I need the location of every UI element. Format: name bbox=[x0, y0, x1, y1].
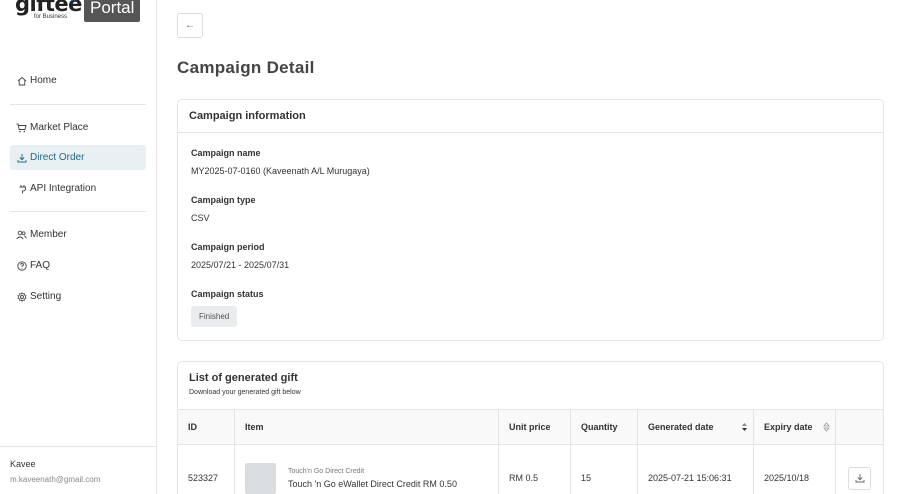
page-title: Campaign Detail bbox=[177, 58, 315, 77]
logo-star-icon: * bbox=[71, 0, 76, 8]
column-header-actions bbox=[836, 410, 883, 444]
column-header-item: Item bbox=[235, 410, 499, 444]
cell-generated-date: 2025-07-21 15:06:31 bbox=[638, 445, 754, 494]
giftee-logo[interactable]: giftee * for Business Portal bbox=[15, 0, 145, 26]
help-icon bbox=[16, 260, 27, 271]
user-email: m.kaveenath@gmail.com bbox=[10, 475, 101, 484]
download-icon bbox=[855, 474, 864, 483]
sidebar-item-label: Setting bbox=[30, 291, 62, 302]
portal-badge: Portal bbox=[84, 0, 141, 22]
gift-table: ID Item Unit price Quantity Generated da… bbox=[178, 409, 883, 494]
gear-icon bbox=[16, 291, 27, 302]
campaign-type-value: CSV bbox=[191, 213, 210, 223]
sidebar-item-direct-order[interactable]: Direct Order bbox=[10, 145, 146, 170]
campaign-name-label: Campaign name bbox=[191, 148, 261, 158]
users-icon bbox=[16, 229, 27, 240]
cell-quantity: 15 bbox=[571, 445, 638, 494]
table-header-row: ID Item Unit price Quantity Generated da… bbox=[178, 410, 883, 445]
home-icon bbox=[16, 75, 27, 86]
sort-icon[interactable] bbox=[823, 422, 830, 432]
cell-actions bbox=[836, 445, 883, 494]
sidebar-item-api-integration[interactable]: API Integration bbox=[10, 176, 146, 201]
list-title: List of generated gift bbox=[189, 372, 298, 384]
column-header-label: Expiry date bbox=[764, 422, 813, 432]
column-header-generated-date[interactable]: Generated date bbox=[638, 410, 754, 444]
logo-subtitle: for Business bbox=[34, 14, 68, 20]
sidebar-item-member[interactable]: Member bbox=[10, 222, 146, 247]
status-badge: Finished bbox=[191, 306, 238, 327]
cell-expiry-date: 2025/10/18 bbox=[754, 445, 836, 494]
sidebar-item-market-place[interactable]: Market Place bbox=[10, 115, 146, 140]
generated-gift-list-card: List of generated gift Download your gen… bbox=[177, 361, 884, 494]
user-account[interactable]: Kavee m.kaveenath@gmail.com bbox=[0, 446, 156, 494]
plug-icon bbox=[16, 183, 27, 194]
cell-id: 523327 bbox=[178, 445, 235, 494]
item-thumbnail bbox=[245, 462, 276, 494]
campaign-name-value: MY2025-07-0160 (Kaveenath A/L Murugaya) bbox=[191, 166, 370, 176]
column-header-unit-price: Unit price bbox=[499, 410, 571, 444]
sidebar-item-label: Member bbox=[30, 229, 67, 240]
column-header-expiry-date[interactable]: Expiry date bbox=[754, 410, 836, 444]
back-button[interactable]: ← bbox=[177, 13, 203, 38]
table-row: 523327 Touch'n Go Direct Credit Touch 'n… bbox=[178, 445, 883, 494]
campaign-period-label: Campaign period bbox=[191, 242, 265, 252]
cell-unit-price: RM 0.5 bbox=[499, 445, 571, 494]
sidebar-item-home[interactable]: Home bbox=[10, 68, 146, 93]
sidebar-item-label: Market Place bbox=[30, 122, 89, 133]
sidebar-divider bbox=[10, 211, 146, 212]
sidebar-divider bbox=[10, 104, 146, 105]
sidebar-item-label: FAQ bbox=[30, 260, 51, 271]
download-icon bbox=[16, 152, 27, 163]
sidebar-item-faq[interactable]: FAQ bbox=[10, 253, 146, 278]
sort-desc-icon[interactable] bbox=[741, 422, 748, 432]
item-name: Touch 'n Go eWallet Direct Credit RM 0.5… bbox=[288, 478, 457, 489]
sidebar-item-label: Direct Order bbox=[30, 152, 85, 163]
user-name: Kavee bbox=[10, 459, 36, 469]
cell-item: Touch'n Go Direct Credit Touch 'n Go eWa… bbox=[235, 445, 499, 494]
card-header: Campaign information bbox=[178, 100, 883, 133]
column-header-label: Generated date bbox=[648, 422, 714, 432]
campaign-information-card: Campaign information Campaign name MY202… bbox=[177, 99, 884, 341]
campaign-period-value: 2025/07/21 - 2025/07/31 bbox=[191, 260, 290, 270]
column-header-id: ID bbox=[178, 410, 235, 444]
cart-icon bbox=[16, 122, 27, 133]
list-subtitle: Download your generated gift below bbox=[189, 389, 301, 396]
sidebar-item-setting[interactable]: Setting bbox=[10, 284, 146, 309]
sidebar-item-label: API Integration bbox=[30, 183, 97, 194]
column-header-quantity: Quantity bbox=[571, 410, 638, 444]
item-brand: Touch'n Go Direct Credit bbox=[288, 467, 365, 475]
back-arrow-icon: ← bbox=[185, 20, 195, 31]
sidebar-item-label: Home bbox=[30, 75, 57, 86]
sidebar: giftee * for Business Portal Home Market… bbox=[0, 0, 157, 494]
campaign-status-label: Campaign status bbox=[191, 289, 264, 299]
campaign-type-label: Campaign type bbox=[191, 195, 256, 205]
download-button[interactable] bbox=[848, 466, 871, 490]
